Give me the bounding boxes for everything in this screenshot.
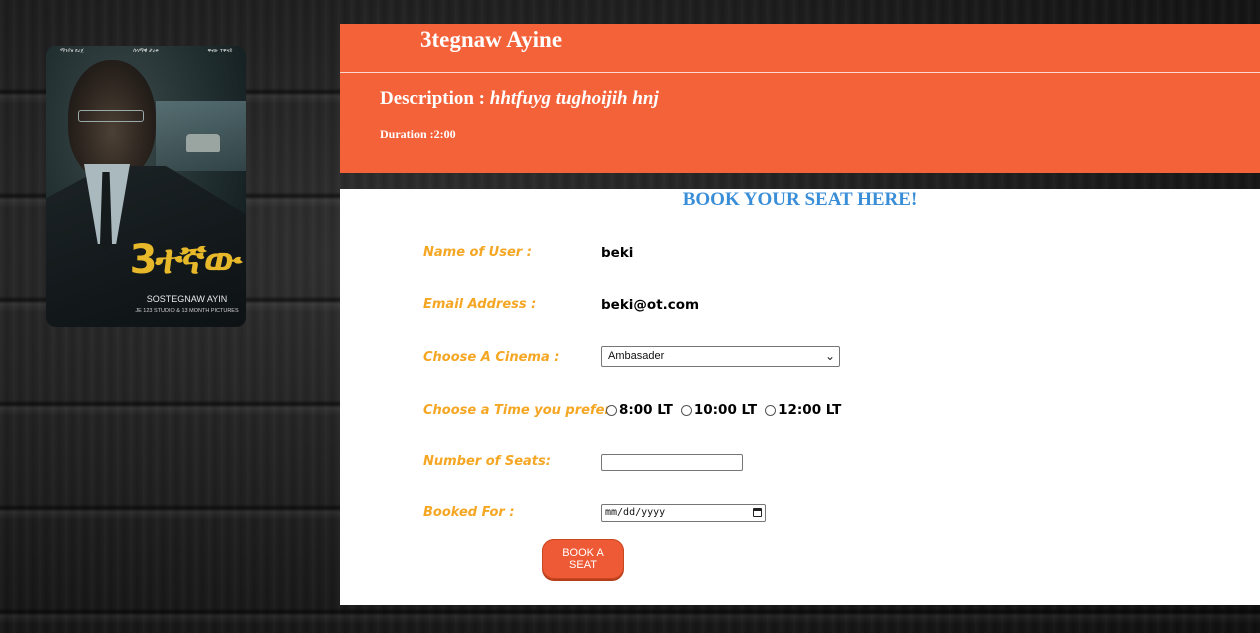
- time-radio-group: 8:00 LT 10:00 LT 12:00 LT: [606, 402, 841, 418]
- poster-credit: ዋናው ተዋናይ: [207, 48, 233, 54]
- booked-for-date-input[interactable]: mm/dd/yyyy: [601, 504, 766, 522]
- description-value: hhtfuyg tughoijih hnj: [489, 88, 659, 109]
- date-placeholder: mm/dd/yyyy: [605, 507, 666, 518]
- cinema-selected-value: Ambasader: [608, 350, 665, 362]
- booking-heading: BOOK YOUR SEAT HERE!: [682, 189, 918, 210]
- name-value: beki: [601, 245, 634, 261]
- description-label: Description :: [380, 88, 490, 109]
- movie-duration: Duration :2:00: [380, 127, 456, 141]
- cinema-label: Choose A Cinema :: [423, 350, 560, 365]
- header-divider: [340, 72, 1260, 73]
- poster-title-logo: 3ተኛው: [129, 237, 243, 283]
- time-label: Choose a Time you prefer:: [423, 403, 617, 418]
- poster-studio-credit: JE 123 STUDIO & 13 MONTH PICTURES: [135, 308, 239, 314]
- booked-for-label: Booked For :: [423, 505, 515, 520]
- name-label: Name of User :: [423, 245, 532, 260]
- calendar-icon[interactable]: [753, 508, 762, 517]
- poster-credit: ሰላማዊ ታረቀ: [133, 48, 159, 54]
- poster-glasses: [78, 110, 144, 122]
- email-value: beki@ot.com: [601, 297, 700, 313]
- cinema-select[interactable]: Ambasader ⌄: [601, 346, 840, 367]
- book-seat-button[interactable]: BOOK A SEAT: [542, 539, 624, 579]
- poster-car: [186, 134, 220, 152]
- time-option-8[interactable]: 8:00 LT: [606, 402, 673, 418]
- time-option-label: 10:00 LT: [693, 402, 758, 418]
- radio-button[interactable]: [606, 404, 617, 416]
- time-option-label: 8:00 LT: [619, 402, 673, 418]
- movie-title: 3tegnaw Ayine: [420, 27, 563, 52]
- poster-credit: ማንያዘ ደረጀ: [60, 48, 84, 54]
- booking-panel: BOOK YOUR SEAT HERE! Name of User : beki…: [340, 189, 1260, 605]
- time-option-10[interactable]: 10:00 LT: [680, 402, 758, 418]
- time-option-label: 12:00 LT: [778, 402, 842, 418]
- seats-input[interactable]: [601, 454, 743, 471]
- radio-button[interactable]: [680, 404, 692, 416]
- seats-label: Number of Seats:: [423, 454, 551, 469]
- time-option-12[interactable]: 12:00 LT: [765, 402, 841, 418]
- movie-header: 3tegnaw Ayine Description : hhtfuyg tugh…: [340, 24, 1260, 173]
- poster-latin-title: SOSTEGNAW AYIN: [146, 294, 228, 304]
- chevron-down-icon: ⌄: [824, 349, 835, 363]
- poster-credits: ማንያዘ ደረጀ ሰላማዊ ታረቀ ዋናው ተዋናይ: [46, 48, 246, 54]
- movie-description: Description : hhtfuyg tughoijih hnj: [380, 88, 659, 110]
- email-label: Email Address :: [423, 297, 537, 312]
- radio-button[interactable]: [765, 404, 777, 416]
- movie-poster: ማንያዘ ደረጀ ሰላማዊ ታረቀ ዋናው ተዋናይ 3ተኛው SOSTEGNA…: [46, 46, 246, 327]
